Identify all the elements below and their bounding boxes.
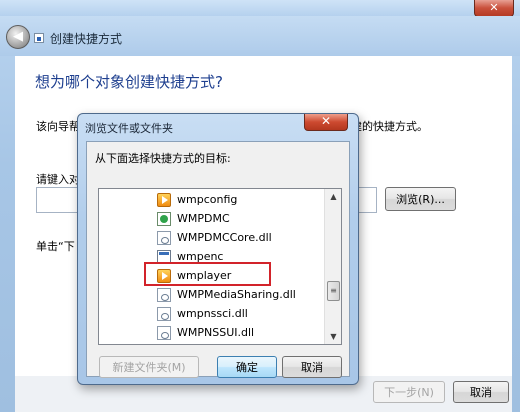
tree-scrollbar[interactable]: ▲ ≡ ▼ [324, 189, 341, 344]
dll-file-icon [157, 326, 171, 340]
green-app-icon [157, 212, 171, 226]
tree-item-label: WMPNSSUI.dll [177, 326, 255, 339]
location-label: 请键入对 [36, 173, 80, 186]
browse-button[interactable]: 浏览(R)... [385, 187, 456, 211]
tree-item[interactable]: WMPDMC [99, 210, 329, 229]
scroll-up-icon[interactable]: ▲ [326, 189, 341, 204]
scroll-down-icon[interactable]: ▼ [326, 329, 341, 344]
next-button[interactable]: 下一步(N) [373, 381, 445, 403]
dll-file-icon [157, 288, 171, 302]
browse-dialog: 浏览文件或文件夹 ✕ 从下面选择快捷方式的目标: wmpconfig WMPDM… [77, 113, 359, 385]
shortcut-wizard-icon [34, 33, 44, 43]
window-close-button[interactable]: ✕ [474, 0, 514, 17]
tree-item-label: wmpconfig [177, 193, 238, 206]
new-folder-button[interactable]: 新建文件夹(M) [99, 356, 199, 378]
dll-file-icon [157, 307, 171, 321]
wizard-heading: 想为哪个对象创建快捷方式? [35, 73, 223, 91]
tree-item[interactable]: WMPMediaSharing.dll [99, 286, 329, 305]
window-title: 创建快捷方式 [50, 32, 123, 46]
media-player-icon [157, 193, 171, 207]
wmplayer-highlight-box [144, 262, 271, 286]
browse-dialog-close-button[interactable]: ✕ [304, 114, 348, 131]
dll-file-icon [157, 231, 171, 245]
wizard-description-right: 建的快捷方式。 [351, 120, 428, 133]
tree-item[interactable]: WMPDMCCore.dll [99, 229, 329, 248]
browse-prompt: 从下面选择快捷方式的目标: [95, 152, 231, 165]
browse-dialog-body: 从下面选择快捷方式的目标: wmpconfig WMPDMC WMPDMCCor… [86, 141, 350, 378]
file-tree[interactable]: wmpconfig WMPDMC WMPDMCCore.dll wmpenc w… [98, 188, 342, 345]
tree-item[interactable]: wmpconfig [99, 191, 329, 210]
click-hint-text: 单击“下 [36, 240, 75, 253]
wizard-description-left: 该向导帮 [36, 120, 80, 133]
ok-button[interactable]: 确定 [217, 356, 277, 378]
tree-item[interactable]: WMPNSSUI.dll [99, 324, 329, 343]
tree-item-label: WMPMediaSharing.dll [177, 288, 296, 301]
browse-cancel-button[interactable]: 取消 [282, 356, 342, 378]
scroll-thumb[interactable]: ≡ [327, 281, 340, 301]
browse-dialog-title: 浏览文件或文件夹 [85, 122, 173, 135]
tree-item-label: WMPDMCCore.dll [177, 231, 272, 244]
back-button[interactable]: ◀ [6, 25, 30, 49]
tree-item-label: WMPDMC [177, 212, 230, 225]
wizard-cancel-button[interactable]: 取消 [453, 381, 509, 403]
window-top-border [0, 0, 520, 16]
tree-item-label: wmpnssci.dll [177, 307, 248, 320]
tree-item[interactable]: wmpnssci.dll [99, 305, 329, 324]
